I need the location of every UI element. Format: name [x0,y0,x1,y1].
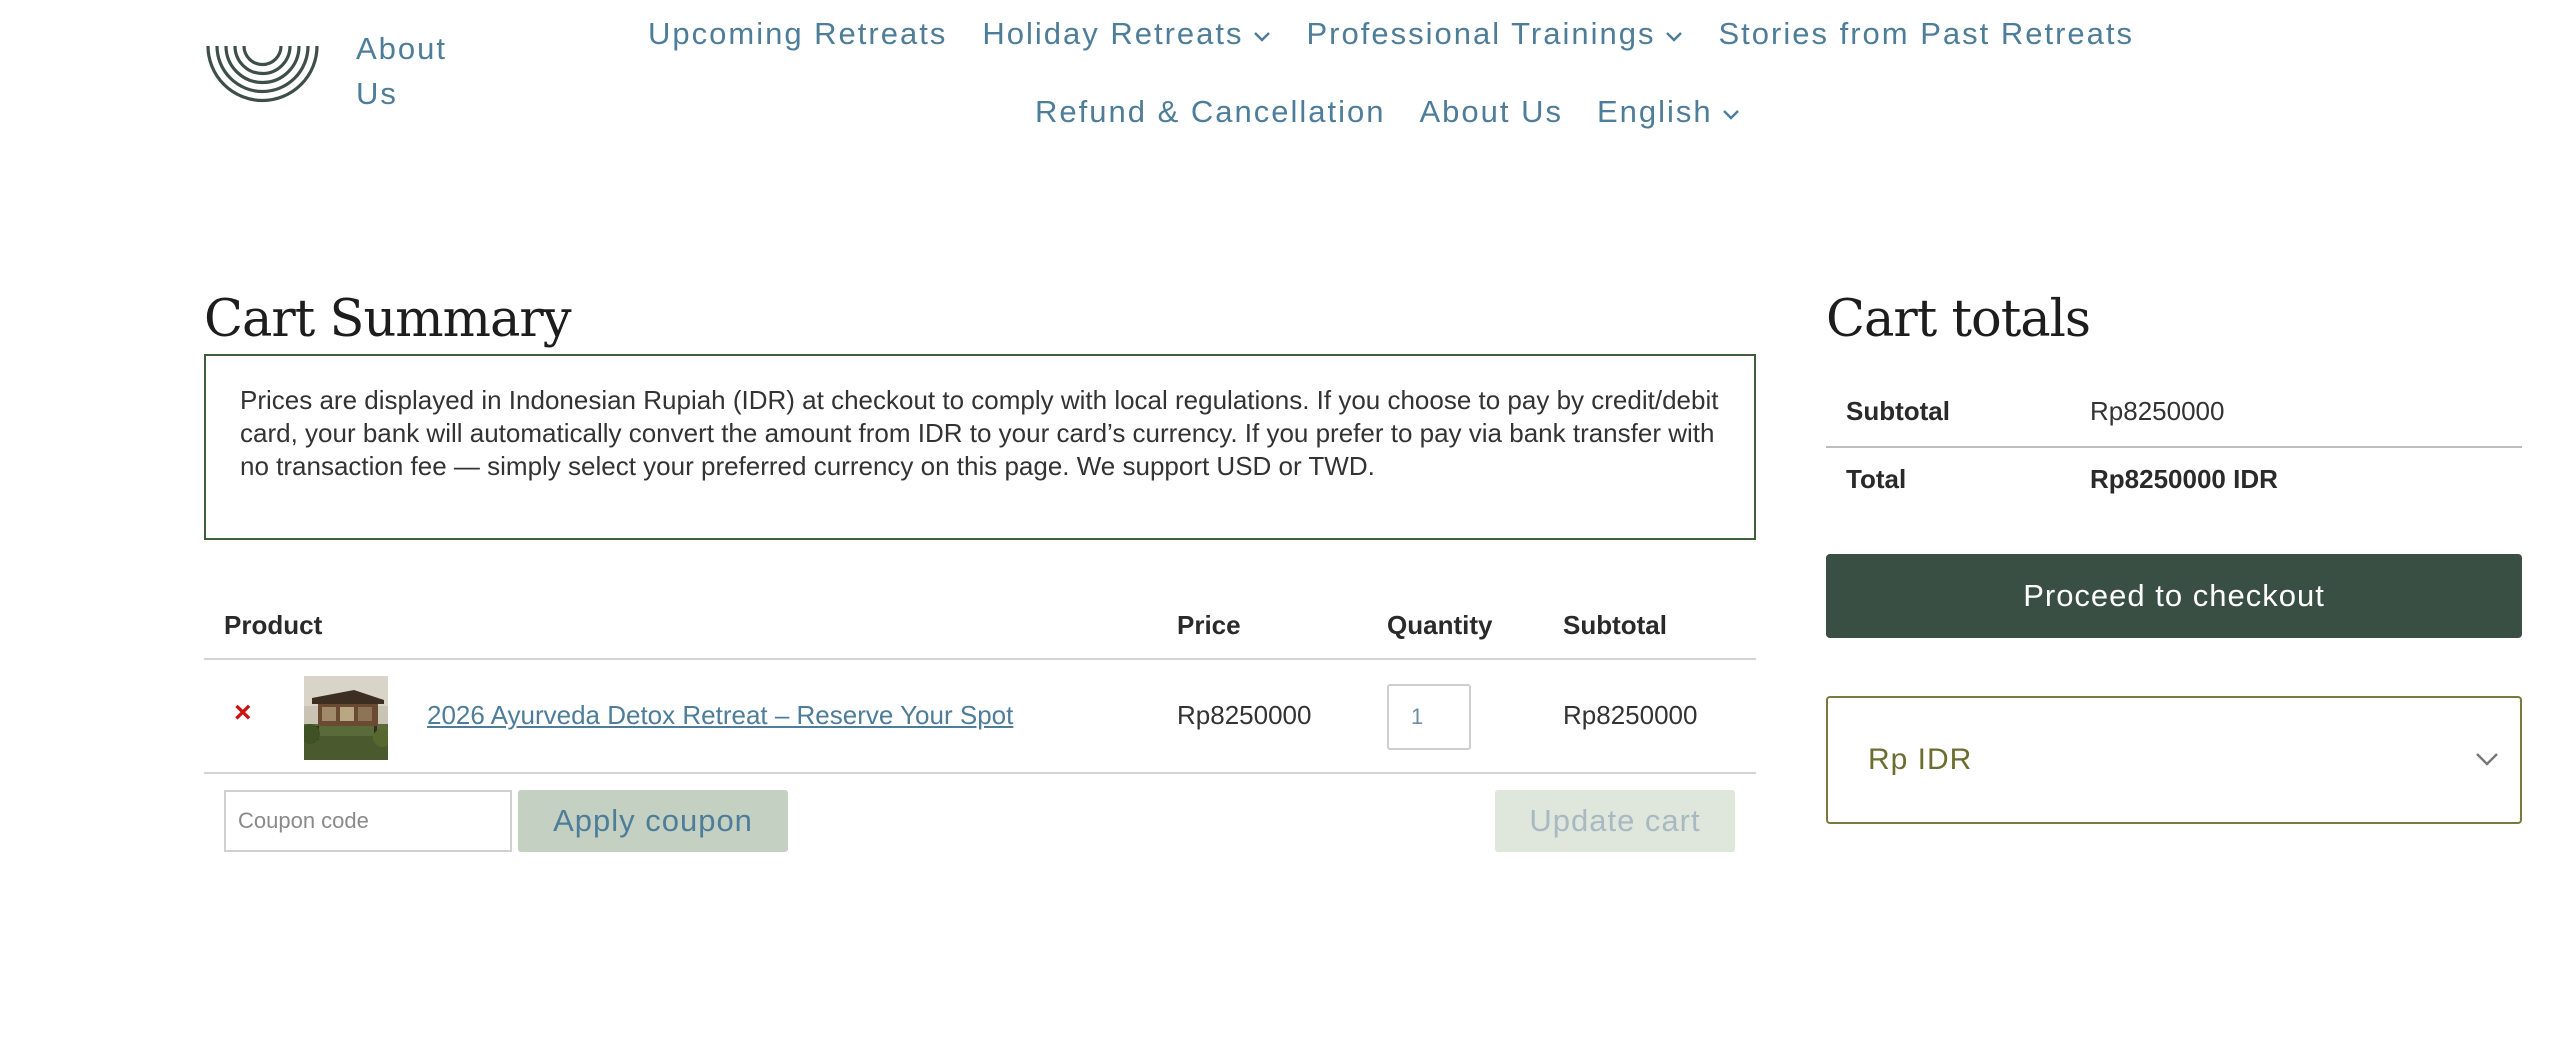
header-quantity: Quantity [1387,610,1493,640]
nav-upcoming-retreats[interactable]: Upcoming Retreats [648,16,947,52]
cart-summary-title: Cart Summary [204,290,572,349]
header-product: Product [224,610,323,640]
cart-totals-title: Cart totals [1826,290,2091,349]
currency-notice: Prices are displayed in Indonesian Rupia… [204,354,1756,540]
nav-label: Stories from Past Retreats [1718,16,2135,51]
proceed-to-checkout-button[interactable]: Proceed to checkout [1826,554,2522,638]
cart-table: Product Price Quantity Subtotal × 2026 A… [204,590,1756,858]
apply-coupon-button[interactable]: Apply coupon [518,790,788,852]
nav-label: Holiday Retreats [982,16,1244,51]
nav-professional-trainings[interactable]: Professional Trainings [1307,16,1684,52]
product-price: Rp8250000 [1177,700,1312,730]
product-subtotal: Rp8250000 [1563,700,1698,730]
main-nav-row-2: Refund & Cancellation About Us English [1035,88,1775,136]
cart-totals-table: Subtotal Rp8250000 Total Rp8250000 IDR [1826,380,2522,516]
chevron-down-icon [1665,32,1682,42]
chevron-down-icon [1253,32,1270,42]
nav-stories-past-retreats[interactable]: Stories from Past Retreats [1719,16,2135,52]
coupon-code-input[interactable] [224,790,512,852]
nav-label: About Us [1419,94,1563,129]
update-cart-button[interactable]: Update cart [1495,790,1735,852]
nav-label: Refund & Cancellation [1035,94,1386,129]
currency-selected-value: Rp IDR [1868,743,1973,776]
subtotal-label: Subtotal [1846,396,1950,426]
table-row: × 2026 Ayurveda Detox Retreat – Reserve … [204,660,1756,774]
nav-about-us[interactable]: About Us [1419,94,1563,130]
nav-label: Professional Trainings [1306,16,1656,51]
totals-total-row: Total Rp8250000 IDR [1826,448,2522,516]
cart-table-header: Product Price Quantity Subtotal [204,590,1756,660]
nav-language-selector[interactable]: English [1597,94,1741,130]
total-value: Rp8250000 IDR [2090,464,2278,494]
nav-label: Upcoming Retreats [648,16,948,51]
subtotal-value: Rp8250000 [2090,396,2225,426]
logo-icon[interactable] [205,40,320,104]
cart-actions: Apply coupon Update cart [204,774,1756,858]
chevron-down-icon [2476,753,2498,766]
nav-label: English [1597,94,1713,129]
nav-holiday-retreats[interactable]: Holiday Retreats [982,16,1271,52]
chevron-down-icon [1722,110,1739,120]
nav-refund-cancellation[interactable]: Refund & Cancellation [1035,94,1385,130]
header-about-us-link[interactable]: About Us [356,26,476,116]
product-thumbnail[interactable] [304,676,388,760]
remove-item-close-icon[interactable]: × [234,698,252,728]
totals-subtotal-row: Subtotal Rp8250000 [1826,380,2522,448]
currency-selector[interactable]: Rp IDR [1826,696,2522,824]
total-label: Total [1846,464,1907,494]
header-price: Price [1177,610,1241,640]
quantity-input[interactable] [1387,684,1471,750]
header-subtotal: Subtotal [1563,610,1667,640]
product-name-link[interactable]: 2026 Ayurveda Detox Retreat – Reserve Yo… [427,700,1013,731]
main-nav-row-1: Upcoming Retreats Holiday Retreats Profe… [648,10,2169,58]
